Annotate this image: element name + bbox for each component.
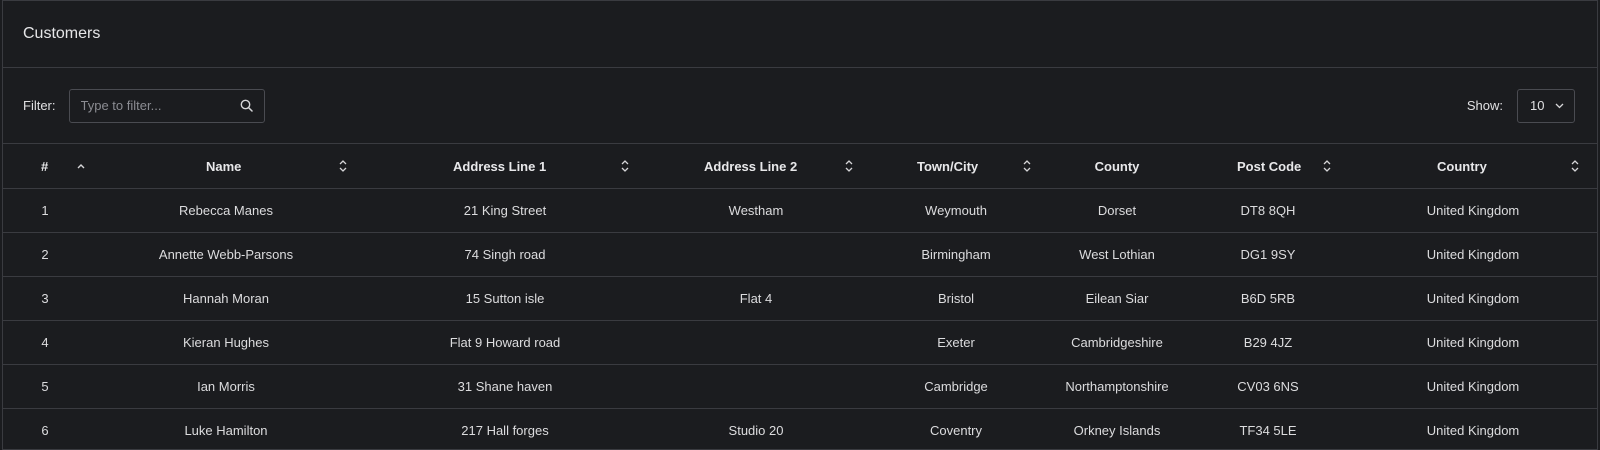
- column-header-number[interactable]: #: [3, 144, 87, 189]
- table-row[interactable]: 5 Ian Morris 31 Shane haven Cambridge No…: [3, 364, 1597, 409]
- cell-county: West Lothian: [1045, 232, 1189, 277]
- cell-county: Northamptonshire: [1045, 364, 1189, 409]
- show-label: Show:: [1466, 98, 1503, 113]
- cell-address-line-1: Flat 9 Howard road: [365, 320, 645, 365]
- cell-number: 6: [3, 408, 87, 449]
- cell-country: United Kingdom: [1347, 364, 1597, 409]
- cell-address-line-1: 15 Sutton isle: [365, 276, 645, 321]
- sort-icon[interactable]: [1569, 159, 1581, 173]
- cell-address-line-2: [645, 320, 867, 365]
- cell-name: Rebecca Manes: [87, 188, 365, 233]
- cell-number: 3: [3, 276, 87, 321]
- cell-post-code: CV03 6NS: [1189, 364, 1347, 409]
- cell-name: Annette Webb-Parsons: [87, 232, 365, 277]
- cell-address-line-2: Studio 20: [645, 408, 867, 449]
- cell-name: Luke Hamilton: [87, 408, 365, 449]
- panel-header: Customers: [3, 1, 1597, 68]
- sort-icon[interactable]: [1321, 159, 1333, 173]
- filter-input[interactable]: [80, 98, 240, 113]
- page-size-value: 10: [1530, 98, 1545, 113]
- cell-town-city: Bristol: [867, 276, 1045, 321]
- column-header-country[interactable]: Country: [1347, 144, 1597, 189]
- cell-name: Hannah Moran: [87, 276, 365, 321]
- cell-name: Ian Morris: [87, 364, 365, 409]
- cell-town-city: Birmingham: [867, 232, 1045, 277]
- cell-country: United Kingdom: [1347, 276, 1597, 321]
- table-row[interactable]: 4 Kieran Hughes Flat 9 Howard road Exete…: [3, 320, 1597, 365]
- cell-address-line-1: 217 Hall forges: [365, 408, 645, 449]
- cell-address-line-1: 74 Singh road: [365, 232, 645, 277]
- page-title: Customers: [23, 25, 101, 42]
- cell-number: 2: [3, 232, 87, 277]
- table-row[interactable]: 3 Hannah Moran 15 Sutton isle Flat 4 Bri…: [3, 276, 1597, 321]
- customers-panel: Customers Filter: Show: 10: [2, 0, 1598, 450]
- cell-address-line-2: Flat 4: [645, 276, 867, 321]
- cell-county: Dorset: [1045, 188, 1189, 233]
- cell-town-city: Exeter: [867, 320, 1045, 365]
- cell-address-line-1: 31 Shane haven: [365, 364, 645, 409]
- cell-country: United Kingdom: [1347, 408, 1597, 449]
- cell-address-line-1: 21 King Street: [365, 188, 645, 233]
- cell-number: 1: [3, 188, 87, 233]
- chevron-down-icon: [1554, 101, 1564, 111]
- sort-ascending-icon[interactable]: [75, 159, 87, 173]
- cell-town-city: Weymouth: [867, 188, 1045, 233]
- search-icon[interactable]: [240, 99, 254, 113]
- cell-post-code: B6D 5RB: [1189, 276, 1347, 321]
- table-row[interactable]: 2 Annette Webb-Parsons 74 Singh road Bir…: [3, 232, 1597, 277]
- sort-icon[interactable]: [619, 159, 631, 173]
- column-header-post-code[interactable]: Post Code: [1189, 144, 1347, 189]
- cell-country: United Kingdom: [1347, 232, 1597, 277]
- cell-town-city: Cambridge: [867, 364, 1045, 409]
- cell-post-code: DT8 8QH: [1189, 188, 1347, 233]
- cell-post-code: TF34 5LE: [1189, 408, 1347, 449]
- cell-county: Cambridgeshire: [1045, 320, 1189, 365]
- sort-icon[interactable]: [1021, 159, 1033, 173]
- table-header-row: # Name Address Line 1 Address Line 2 Tow…: [3, 144, 1597, 189]
- filter-box[interactable]: [68, 88, 265, 123]
- customers-table: # Name Address Line 1 Address Line 2 Tow…: [3, 144, 1597, 449]
- table-row[interactable]: 1 Rebecca Manes 21 King Street Westham W…: [3, 188, 1597, 233]
- cell-name: Kieran Hughes: [87, 320, 365, 365]
- cell-address-line-2: [645, 364, 867, 409]
- cell-address-line-2: Westham: [645, 188, 867, 233]
- sort-icon[interactable]: [843, 159, 855, 173]
- column-header-address-line-1[interactable]: Address Line 1: [365, 144, 645, 189]
- column-header-address-line-2[interactable]: Address Line 2: [645, 144, 867, 189]
- cell-county: Eilean Siar: [1045, 276, 1189, 321]
- column-header-town-city[interactable]: Town/City: [867, 144, 1045, 189]
- cell-country: United Kingdom: [1347, 188, 1597, 233]
- page-size-select[interactable]: 10: [1517, 88, 1575, 123]
- cell-post-code: DG1 9SY: [1189, 232, 1347, 277]
- cell-number: 5: [3, 364, 87, 409]
- cell-town-city: Coventry: [867, 408, 1045, 449]
- table-row[interactable]: 6 Luke Hamilton 217 Hall forges Studio 2…: [3, 408, 1597, 449]
- filter-group: Filter:: [23, 88, 265, 123]
- column-header-county: County: [1045, 144, 1189, 189]
- column-header-name[interactable]: Name: [87, 144, 365, 189]
- page-size-group: Show: 10: [1466, 88, 1575, 123]
- cell-country: United Kingdom: [1347, 320, 1597, 365]
- table-toolbar: Filter: Show: 10: [3, 68, 1597, 144]
- cell-number: 4: [3, 320, 87, 365]
- sort-icon[interactable]: [337, 159, 349, 173]
- cell-post-code: B29 4JZ: [1189, 320, 1347, 365]
- filter-label: Filter:: [23, 98, 56, 113]
- cell-address-line-2: [645, 232, 867, 277]
- cell-county: Orkney Islands: [1045, 408, 1189, 449]
